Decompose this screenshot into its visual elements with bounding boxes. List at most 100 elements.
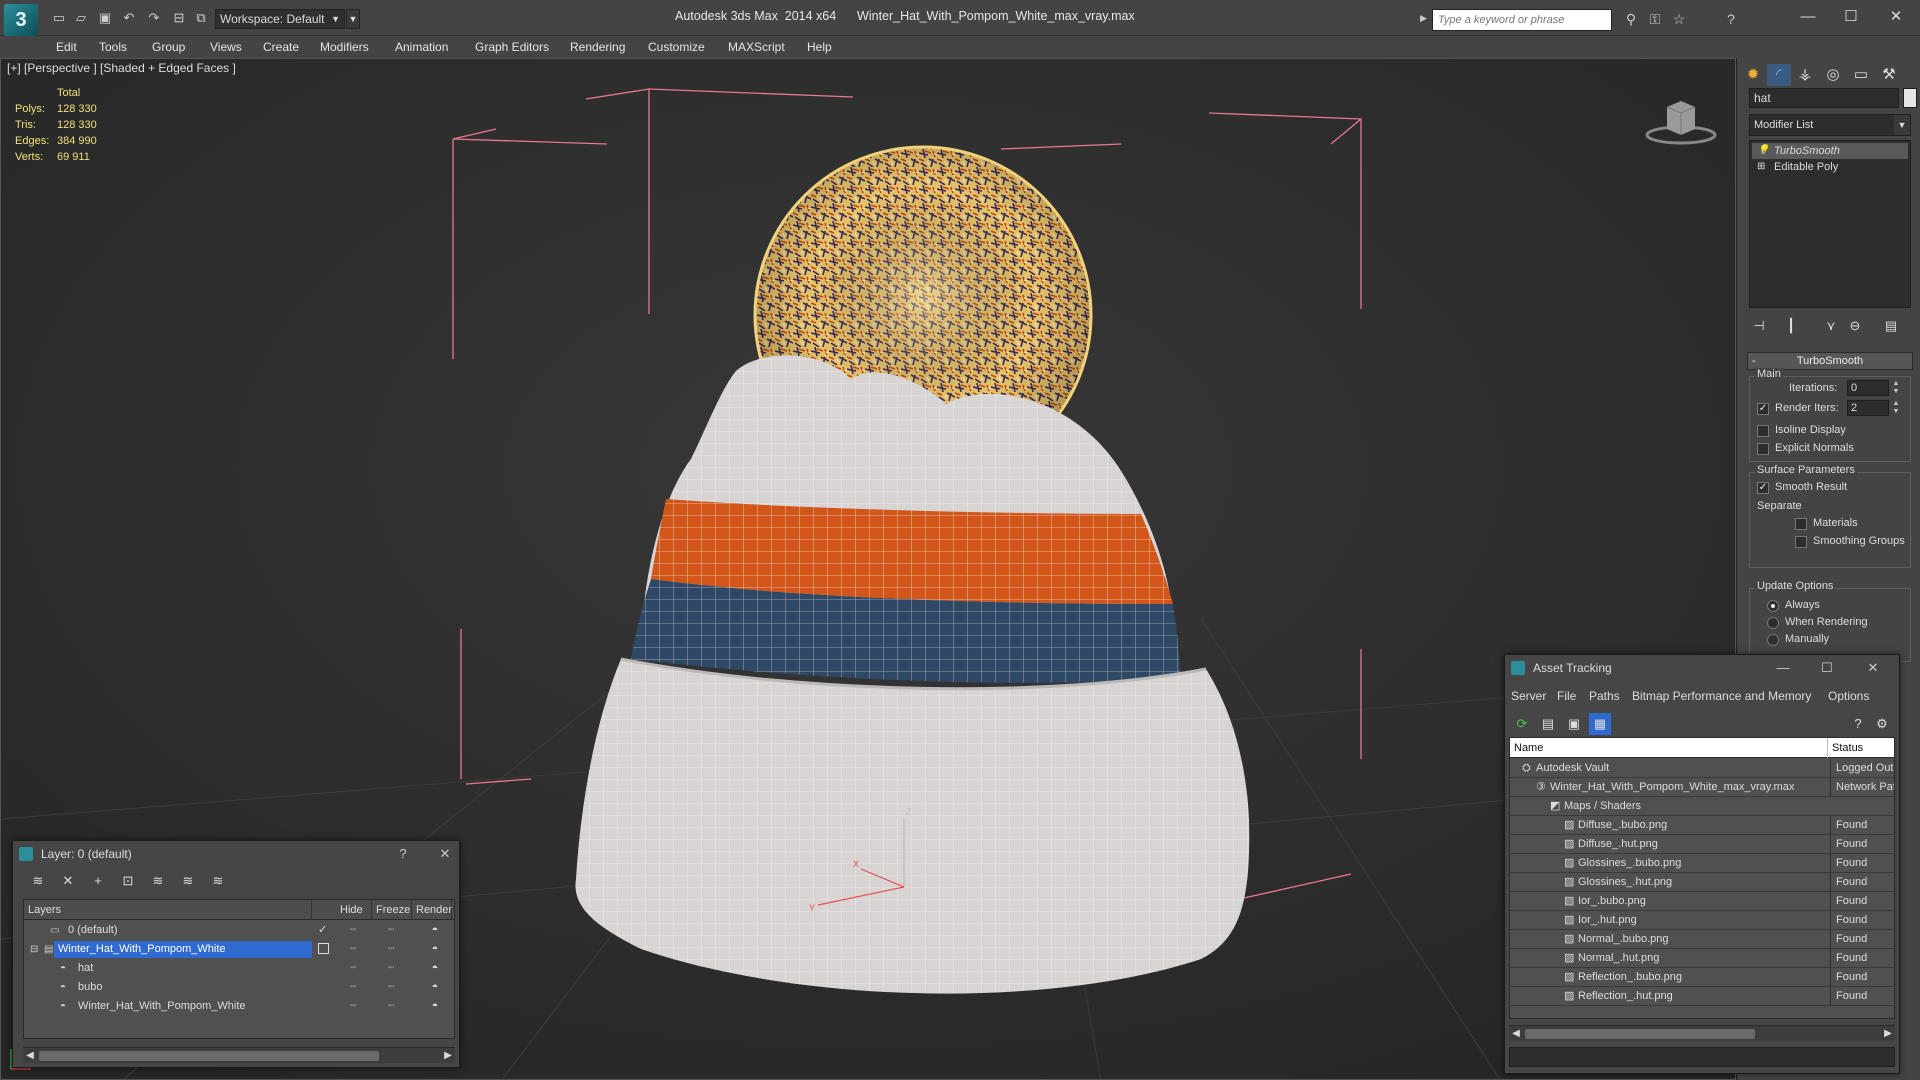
settings-icon[interactable]: ⚙ <box>1871 713 1893 735</box>
menu-customize[interactable]: Customize <box>648 40 705 54</box>
current-layer-check-icon[interactable]: ✓ <box>318 921 327 940</box>
render-teapot-icon[interactable]: ◓ <box>428 997 442 1016</box>
menu-server[interactable]: Server <box>1511 689 1546 703</box>
menu-graph-editors[interactable]: Graph Editors <box>475 40 549 54</box>
delete-layer-icon[interactable]: ✕ <box>57 871 79 891</box>
layer-row[interactable]: ⊟ ▤ Winter_Hat_With_Pompom_White ┅ ┅ ◓ <box>24 940 454 959</box>
minimize-icon[interactable]: — <box>1771 659 1795 677</box>
thumbnail-view-icon[interactable]: ▣ <box>1563 713 1585 735</box>
hierarchy-icon[interactable]: ⚶ <box>1793 64 1817 86</box>
menu-views[interactable]: Views <box>210 40 242 54</box>
remove-modifier-icon[interactable]: ⊖ <box>1845 316 1865 336</box>
freeze-toggle-icon[interactable]: ┅ <box>384 940 398 959</box>
layers-manager-icon[interactable]: ≋ <box>27 871 49 891</box>
list-view-icon[interactable]: ▤ <box>1537 713 1559 735</box>
asset-row[interactable]: ▨ Ior_.bubo.png Found <box>1510 892 1894 911</box>
asset-row[interactable]: ▨ Ior_.hut.png Found <box>1510 911 1894 930</box>
asset-row[interactable]: ▨ Glossines_.bubo.png Found <box>1510 854 1894 873</box>
search-expand-icon[interactable]: ▶ <box>1420 13 1427 24</box>
freeze-toggle-icon[interactable]: ┅ <box>384 959 398 978</box>
project-folder-icon[interactable]: ⧉ <box>192 9 210 27</box>
highlight-layer-icon[interactable]: ≋ <box>147 871 169 891</box>
close-icon[interactable]: ✕ <box>1883 6 1909 28</box>
freeze-toggle-icon[interactable]: ┅ <box>384 978 398 997</box>
redo-icon[interactable]: ↷ <box>145 9 163 27</box>
menu-edit[interactable]: Edit <box>56 40 77 54</box>
layer-row[interactable]: ▭ 0 (default) ✓ ┅ ┅ ◓ <box>24 921 454 940</box>
object-name-field[interactable]: hat <box>1749 88 1899 108</box>
explicit-normals-checkbox[interactable] <box>1757 443 1769 455</box>
stack-item-editable-poly[interactable]: ⊞ Editable Poly <box>1752 159 1908 175</box>
collapse-icon[interactable]: ⊟ <box>30 940 38 959</box>
maximize-icon[interactable]: ☐ <box>1815 659 1839 677</box>
asset-path-field[interactable] <box>1509 1047 1895 1067</box>
menu-modifiers[interactable]: Modifiers <box>320 40 369 54</box>
freeze-toggle-icon[interactable]: ┅ <box>384 921 398 940</box>
smooth-result-checkbox[interactable]: ✓ <box>1757 482 1769 494</box>
quick-access-customize-icon[interactable]: ▼ <box>346 9 360 29</box>
smoothing-groups-checkbox[interactable] <box>1795 536 1807 548</box>
hide-toggle-icon[interactable]: ┅ <box>346 978 360 997</box>
star-icon[interactable]: ☆ <box>1670 10 1688 28</box>
spinner-arrows-icon[interactable]: ▲ ▼ <box>1891 380 1901 396</box>
isoline-display-checkbox[interactable] <box>1757 425 1769 437</box>
table-view-icon[interactable]: ▦ <box>1589 713 1611 735</box>
close-icon[interactable]: ✕ <box>1861 659 1885 677</box>
hide-toggle-icon[interactable]: ┅ <box>346 959 360 978</box>
update-always-radio[interactable] <box>1767 600 1779 612</box>
new-file-icon[interactable]: ▭ <box>50 9 68 27</box>
configure-sets-icon[interactable]: ▤ <box>1881 316 1901 336</box>
freeze-toggle-icon[interactable]: ┅ <box>384 997 398 1016</box>
scroll-thumb[interactable] <box>1525 1029 1755 1039</box>
minimize-icon[interactable]: — <box>1795 6 1821 28</box>
asset-window-title-bar[interactable]: Asset Tracking <box>1505 655 1899 681</box>
current-layer-box-icon[interactable] <box>318 943 329 954</box>
maximize-icon[interactable]: ☐ <box>1838 6 1864 28</box>
menu-bitmap-performance[interactable]: Bitmap Performance and Memory <box>1632 689 1811 703</box>
object-color-swatch[interactable] <box>1903 88 1917 108</box>
refresh-icon[interactable]: ⟳ <box>1511 713 1533 735</box>
asset-row[interactable]: ⛭ Autodesk Vault Logged Out <box>1510 759 1894 778</box>
scroll-right-icon[interactable]: ▶ <box>441 1048 455 1064</box>
asset-row[interactable]: ▨ Normal_.bubo.png Found <box>1510 930 1894 949</box>
create-icon[interactable]: ✹ <box>1741 64 1765 86</box>
col-name[interactable]: Name <box>1510 738 1828 758</box>
asset-row[interactable]: ▨ Reflection_.bubo.png Found <box>1510 968 1894 987</box>
lightbulb-icon[interactable]: 💡 <box>1757 143 1769 159</box>
layer-row[interactable]: ◓ hat ┅ ┅ ◓ <box>24 959 454 978</box>
hide-toggle-icon[interactable]: ┅ <box>346 921 360 940</box>
workspace-dropdown[interactable]: Workspace: Default ▼ <box>215 9 345 29</box>
col-layers[interactable]: Layers <box>24 900 312 920</box>
asset-row[interactable]: ▨ Reflection_.hut.png Found <box>1510 987 1894 1006</box>
menu-help[interactable]: Help <box>807 40 832 54</box>
asset-row[interactable]: ▨ Glossines_.hut.png Found <box>1510 873 1894 892</box>
motion-icon[interactable]: ◎ <box>1821 64 1845 86</box>
layer-row[interactable]: ◓ Winter_Hat_With_Pompom_White ┅ ┅ ◓ <box>24 997 454 1016</box>
render-teapot-icon[interactable]: ◓ <box>428 921 442 940</box>
display-icon[interactable]: ▭ <box>1849 64 1873 86</box>
iterations-spinner[interactable]: 0 <box>1847 380 1889 396</box>
col-status[interactable]: Status <box>1828 738 1894 758</box>
layer-horizontal-scrollbar[interactable]: ◀ ▶ <box>23 1047 455 1063</box>
layer-row[interactable]: ◓ bubo ┅ ┅ ◓ <box>24 978 454 997</box>
add-layer-icon[interactable]: + <box>87 871 109 891</box>
menu-animation[interactable]: Animation <box>395 40 448 54</box>
make-unique-icon[interactable]: ⋎ <box>1821 316 1841 336</box>
modifier-list-dropdown[interactable]: Modifier List ▼ <box>1749 114 1911 136</box>
menu-group[interactable]: Group <box>152 40 185 54</box>
help-icon[interactable]: ? <box>1847 713 1869 735</box>
asset-horizontal-scrollbar[interactable]: ◀ ▶ <box>1509 1025 1895 1041</box>
search-input[interactable]: Type a keyword or phrase <box>1432 9 1612 31</box>
scroll-thumb[interactable] <box>39 1051 379 1061</box>
menu-maxscript[interactable]: MAXScript <box>728 40 785 54</box>
open-file-icon[interactable]: ▱ <box>72 9 90 27</box>
viewport-label[interactable]: [+] [Perspective ] [Shaded + Edged Faces… <box>7 61 236 75</box>
hide-all-layers-icon[interactable]: ≋ <box>177 871 199 891</box>
col-render[interactable]: Render <box>412 900 452 920</box>
render-teapot-icon[interactable]: ◓ <box>428 978 442 997</box>
stack-item-turbosmooth[interactable]: 💡 TurboSmooth <box>1752 143 1908 159</box>
menu-paths[interactable]: Paths <box>1589 689 1620 703</box>
asset-row[interactable]: ◩ Maps / Shaders <box>1510 797 1894 816</box>
key-icon[interactable]: ⚿ <box>1646 10 1664 28</box>
col-color[interactable]: C <box>452 900 454 920</box>
